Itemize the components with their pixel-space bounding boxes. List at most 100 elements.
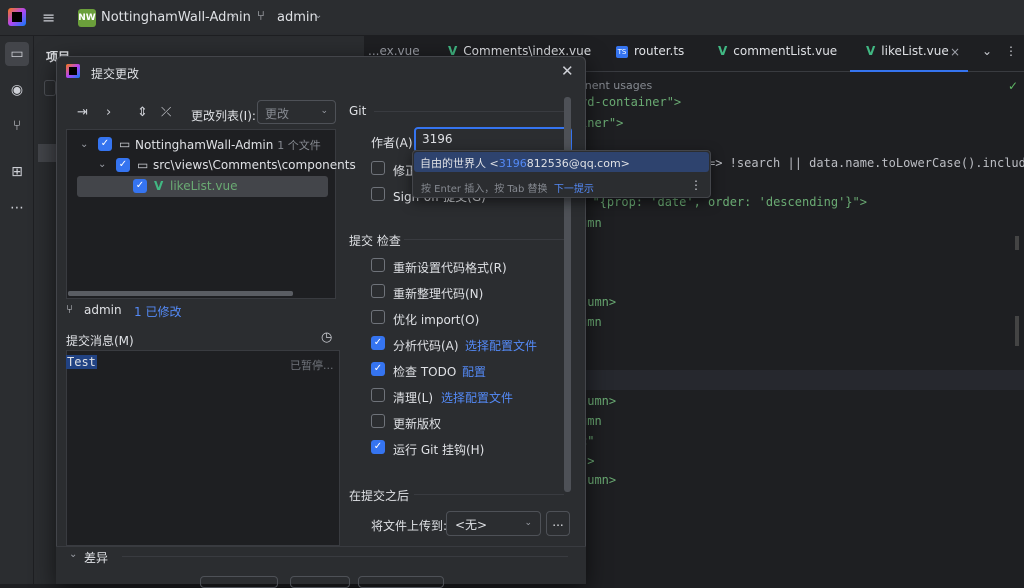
rollback-icon[interactable]: ⇥ [77, 105, 88, 120]
chevron-down-icon: ⌄ [320, 106, 328, 116]
divider [404, 239, 564, 240]
changes-tree[interactable] [66, 129, 336, 299]
commit-message-input[interactable] [66, 350, 340, 546]
show-diff-icon[interactable]: › [106, 105, 111, 120]
tab-likelist[interactable]: VlikeList.vue [866, 44, 949, 58]
commit-message-text[interactable]: Test [66, 355, 97, 369]
optimize-imports-label[interactable]: 优化 import(O) [393, 311, 479, 328]
diff-ignore-select[interactable] [290, 576, 350, 588]
more-icon[interactable]: ⋮ [1005, 44, 1017, 58]
tree-checkbox[interactable]: ✓ [133, 179, 147, 193]
chevron-down-icon[interactable]: ⌄ [982, 44, 992, 58]
ts-icon: TS [616, 46, 628, 58]
tree-checkbox[interactable]: ✓ [116, 158, 130, 172]
vue-icon: V [718, 44, 728, 58]
branch-icon: ⑂ [66, 302, 74, 316]
upload-target-select[interactable]: <无> ⌄ [446, 511, 541, 536]
git-branch-icon[interactable]: ⑂ [5, 114, 29, 138]
chevron-down-icon[interactable]: ⌄ [80, 139, 88, 150]
chevron-down-icon[interactable]: ⌄ [69, 549, 77, 560]
commit-icon[interactable]: ◉ [5, 78, 29, 102]
tree-item[interactable]: src\views\Comments\components [153, 158, 356, 172]
code-line[interactable]: rd-container"> [580, 95, 681, 109]
expand-all-icon[interactable]: ⇕ [137, 105, 148, 120]
diff-label[interactable]: 差异 [84, 549, 108, 566]
chevron-down-icon[interactable]: ⌄ [98, 159, 106, 170]
code-line[interactable]: => !search || data.name.toLowerCase().in… [708, 156, 1024, 170]
app-logo-icon [66, 64, 80, 78]
author-suggestion-item[interactable]: 自由的世界人 <3196812536@qq.com> [420, 155, 630, 171]
analyze-code-checkbox[interactable]: ✓ [371, 336, 385, 350]
horizontal-scrollbar[interactable] [68, 291, 293, 296]
tree-item[interactable]: NottinghamWall-Admin 1 个文件 [135, 137, 321, 153]
close-icon[interactable]: × [950, 45, 960, 59]
usages-hint[interactable]: onent usages [578, 79, 652, 92]
upload-label: 将文件上传到: [371, 519, 448, 533]
next-tip-link[interactable]: 下一提示 [554, 184, 594, 195]
code-line[interactable]: iner"> [580, 116, 623, 130]
divider [122, 556, 568, 557]
branch-label: admin [84, 303, 122, 317]
choose-profile-link[interactable]: 选择配置文件 [465, 337, 537, 354]
checks-section-label: 提交 检查 [349, 234, 401, 248]
divider [414, 494, 564, 495]
reformat-checkbox[interactable] [371, 258, 385, 272]
branch-name[interactable]: admin [277, 10, 318, 25]
git-section-label: Git [349, 104, 367, 118]
tab-router-ts[interactable]: TS router.ts [616, 44, 684, 58]
more-icon[interactable]: ⋮ [690, 178, 702, 192]
run-git-hooks-label[interactable]: 运行 Git 挂钩(H) [393, 441, 484, 458]
structure-icon[interactable]: ⊞ [5, 160, 29, 184]
scroll-marker [1015, 316, 1019, 346]
folder-icon[interactable]: ▭ [5, 42, 29, 66]
tree-item[interactable]: likeList.vue [170, 179, 237, 193]
modified-link[interactable]: 1 已修改 [134, 303, 181, 320]
after-commit-label: 在提交之后 [349, 489, 410, 503]
run-git-hooks-checkbox[interactable]: ✓ [371, 440, 385, 454]
signoff-checkbox[interactable] [371, 187, 385, 201]
more-icon[interactable]: ⋯ [5, 196, 29, 220]
chevron-down-icon[interactable]: ⌄ [314, 10, 322, 21]
folder-icon: ▭ [137, 158, 149, 172]
amend-checkbox[interactable] [371, 161, 385, 175]
optimize-imports-checkbox[interactable] [371, 310, 385, 324]
author-label: 作者(A): [371, 136, 417, 150]
changelist-select[interactable]: 更改 ⌄ [257, 100, 336, 124]
cleanup-checkbox[interactable] [371, 388, 385, 402]
branch-icon[interactable]: ⑂ [257, 9, 265, 24]
check-todo-checkbox[interactable]: ✓ [371, 362, 385, 376]
tree-checkbox[interactable]: ✓ [98, 137, 112, 151]
tab-commentlist[interactable]: VcommentList.vue [718, 44, 837, 58]
rearrange-checkbox[interactable] [371, 284, 385, 298]
cleanup-label[interactable]: 清理(L) [393, 389, 433, 406]
check-todo-label[interactable]: 检查 TODO [393, 363, 456, 380]
choose-profile-link[interactable]: 选择配置文件 [441, 389, 513, 406]
app-logo-icon[interactable] [8, 8, 26, 26]
main-menu-icon[interactable]: ≡ [42, 10, 60, 26]
diff-viewer-select[interactable] [200, 576, 278, 588]
history-icon[interactable]: ◷ [321, 330, 332, 345]
caret-line [580, 370, 1024, 390]
rearrange-label[interactable]: 重新整理代码(N) [393, 285, 483, 302]
commit-message-label: 提交消息(M) [66, 334, 134, 348]
chevron-down-icon[interactable]: ⌄ [229, 10, 237, 21]
diff-highlight-select[interactable] [358, 576, 444, 588]
reformat-label[interactable]: 重新设置代码格式(R) [393, 259, 507, 276]
module-folder-icon: ▭ [119, 137, 131, 151]
divider [374, 111, 564, 112]
project-badge[interactable]: NW [78, 9, 96, 27]
close-icon[interactable]: ✕ [561, 62, 574, 80]
check-icon[interactable]: ✓ [1008, 79, 1018, 93]
vue-icon: V [154, 179, 164, 193]
collapse-icon[interactable] [44, 80, 56, 96]
configure-link[interactable]: 配置 [462, 363, 486, 380]
upload-more-button[interactable]: ... [546, 511, 570, 536]
chevron-down-icon: ⌄ [524, 518, 532, 528]
collapse-all-icon[interactable]: ⤫ [161, 105, 171, 120]
selection-marker [38, 144, 56, 162]
update-copyright-checkbox[interactable] [371, 414, 385, 428]
analyze-code-label[interactable]: 分析代码(A) [393, 337, 459, 354]
update-copyright-label[interactable]: 更新版权 [393, 415, 441, 432]
active-tab-indicator [850, 70, 968, 72]
saved-status: 已暂停... [290, 359, 334, 372]
